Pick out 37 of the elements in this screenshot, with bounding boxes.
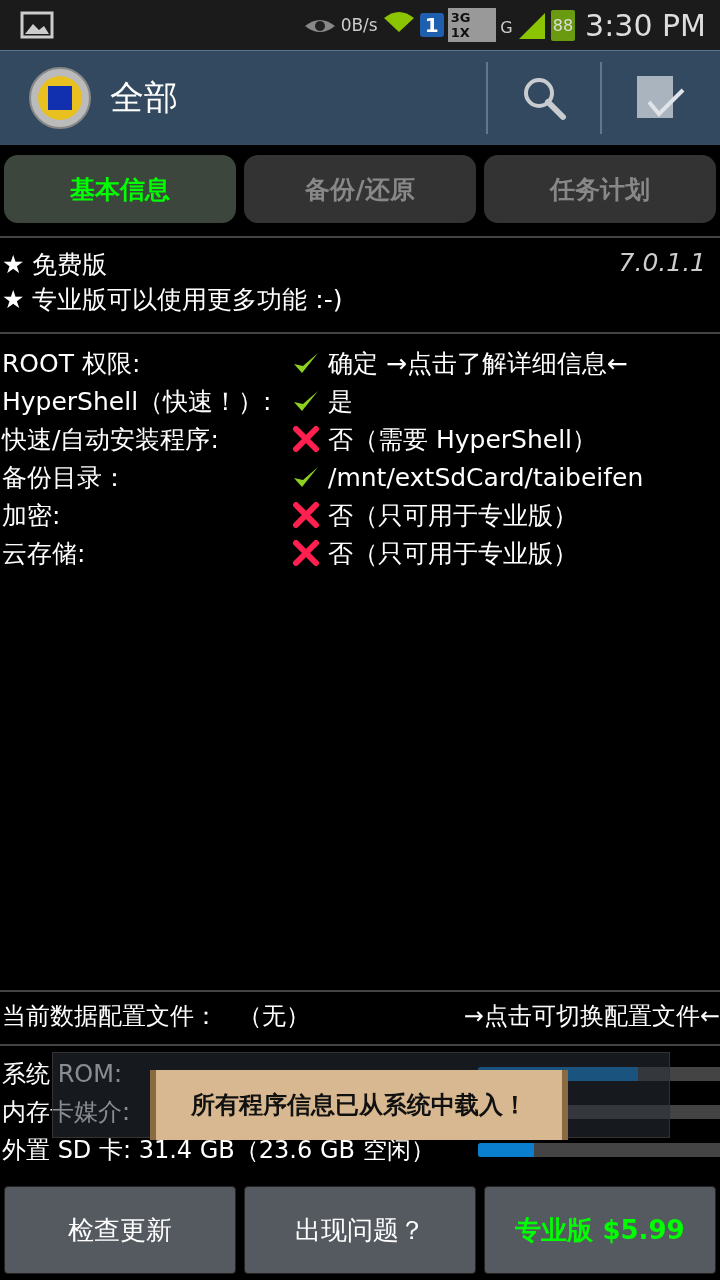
info-label: ROOT 权限: <box>1 347 142 380</box>
info-label: 备份目录： <box>1 461 128 494</box>
sim-badge: 1 <box>419 13 444 37</box>
tab[interactable]: 任务计划 <box>484 155 716 223</box>
pro-note: ★ 专业版可以使用更多功能 :-) <box>2 284 343 316</box>
info-label: 快速/自动安装程序: <box>0 423 220 456</box>
edition-text: ★ 免费版 <box>2 249 109 281</box>
action-button[interactable]: 出现问题？ <box>244 1186 476 1274</box>
clock: 3:30 PM <box>585 7 706 43</box>
tab[interactable]: 备份/还原 <box>244 155 476 223</box>
info-label: 云存储: <box>1 537 87 570</box>
battery-icon: 88 <box>550 9 576 41</box>
signal-type: G <box>500 17 513 37</box>
info-label: HyperShell（快速！）: <box>1 385 273 418</box>
storage-label: 内存卡媒介: <box>2 1097 131 1128</box>
info-value: 否（需要 HyperShell） <box>328 423 598 456</box>
info-value: 是 <box>328 385 353 418</box>
action-button[interactable]: 检查更新 <box>4 1186 236 1274</box>
tab[interactable]: 基本信息 <box>4 155 236 223</box>
action-button[interactable]: 专业版 $5.99 <box>484 1186 716 1274</box>
info-label: 加密: <box>1 499 62 532</box>
info-value: 否（只可用于专业版） <box>328 537 578 570</box>
version-number: 7.0.1.1 <box>618 248 706 279</box>
profile-label: 当前数据配置文件： <box>2 1001 218 1032</box>
switch-profile-link[interactable]: →点击可切换配置文件← <box>463 1000 720 1032</box>
search-icon[interactable] <box>521 75 567 121</box>
info-value: /mnt/extSdCard/taibeifen <box>328 462 644 492</box>
screen-title: 全部 <box>110 76 178 119</box>
profile-value: （无） <box>238 1001 310 1032</box>
network-type-badge: 3G 1X <box>447 8 497 42</box>
gear-logo-icon[interactable] <box>28 66 92 130</box>
toast-message: 所有程序信息已从系统中载入！ <box>150 1070 568 1140</box>
info-value: 否（只可用于专业版） <box>328 499 578 532</box>
storage-label: 系统 ROM: <box>2 1059 122 1090</box>
picture-icon <box>20 11 54 39</box>
network-speed: 0B/s <box>340 15 378 35</box>
info-value: 确定 →点击了解详细信息← <box>328 347 628 380</box>
